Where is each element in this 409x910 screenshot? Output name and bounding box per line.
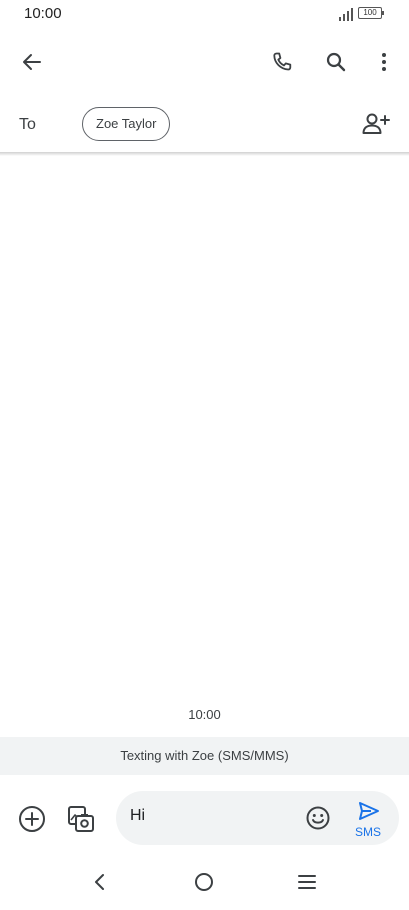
- add-circle-icon: [19, 806, 45, 832]
- nav-home-button[interactable]: [184, 862, 224, 902]
- to-label: To: [19, 116, 36, 133]
- phone-icon: [273, 52, 292, 71]
- recipient-row: To Zoe Taylor: [0, 100, 409, 152]
- person-add-icon: [362, 113, 390, 134]
- top-app-bar: [0, 36, 409, 88]
- nav-recents-button[interactable]: [287, 862, 327, 902]
- message-timestamp: 10:00: [188, 707, 221, 722]
- call-button[interactable]: [262, 42, 302, 82]
- signal-icon: [339, 8, 353, 21]
- recipient-divider: [0, 152, 409, 156]
- contact-chip[interactable]: Zoe Taylor: [82, 107, 171, 141]
- home-circle-icon: [195, 873, 213, 891]
- messages-compose-screen: 10:00 100 To Zoe Taylor 10:00 Texting wi…: [0, 0, 409, 910]
- back-button[interactable]: [12, 42, 52, 82]
- compose-field[interactable]: SMS: [116, 791, 399, 845]
- send-icon: [359, 802, 379, 820]
- add-recipient-button[interactable]: [356, 104, 396, 144]
- add-attachment-button[interactable]: [12, 799, 52, 839]
- status-bar: 10:00 100: [0, 0, 409, 28]
- emoji-button[interactable]: [298, 798, 338, 838]
- nav-back-button[interactable]: [80, 862, 120, 902]
- battery-icon: 100: [358, 7, 384, 19]
- chevron-left-icon: [95, 874, 104, 890]
- arrow-back-icon: [23, 54, 41, 70]
- message-input[interactable]: [130, 807, 290, 825]
- send-sms-button[interactable]: SMS: [348, 797, 388, 841]
- texting-with-banner: Texting with Zoe (SMS/MMS): [0, 737, 409, 775]
- search-icon: [326, 52, 346, 72]
- emoji-icon: [306, 806, 330, 830]
- more-vert-icon: [382, 53, 386, 71]
- gallery-camera-icon: [68, 806, 94, 832]
- status-time: 10:00: [24, 5, 62, 22]
- gallery-camera-button[interactable]: [61, 799, 101, 839]
- more-options-button[interactable]: [364, 42, 404, 82]
- search-button[interactable]: [316, 42, 356, 82]
- send-label: SMS: [354, 825, 381, 839]
- menu-lines-icon: [298, 875, 316, 889]
